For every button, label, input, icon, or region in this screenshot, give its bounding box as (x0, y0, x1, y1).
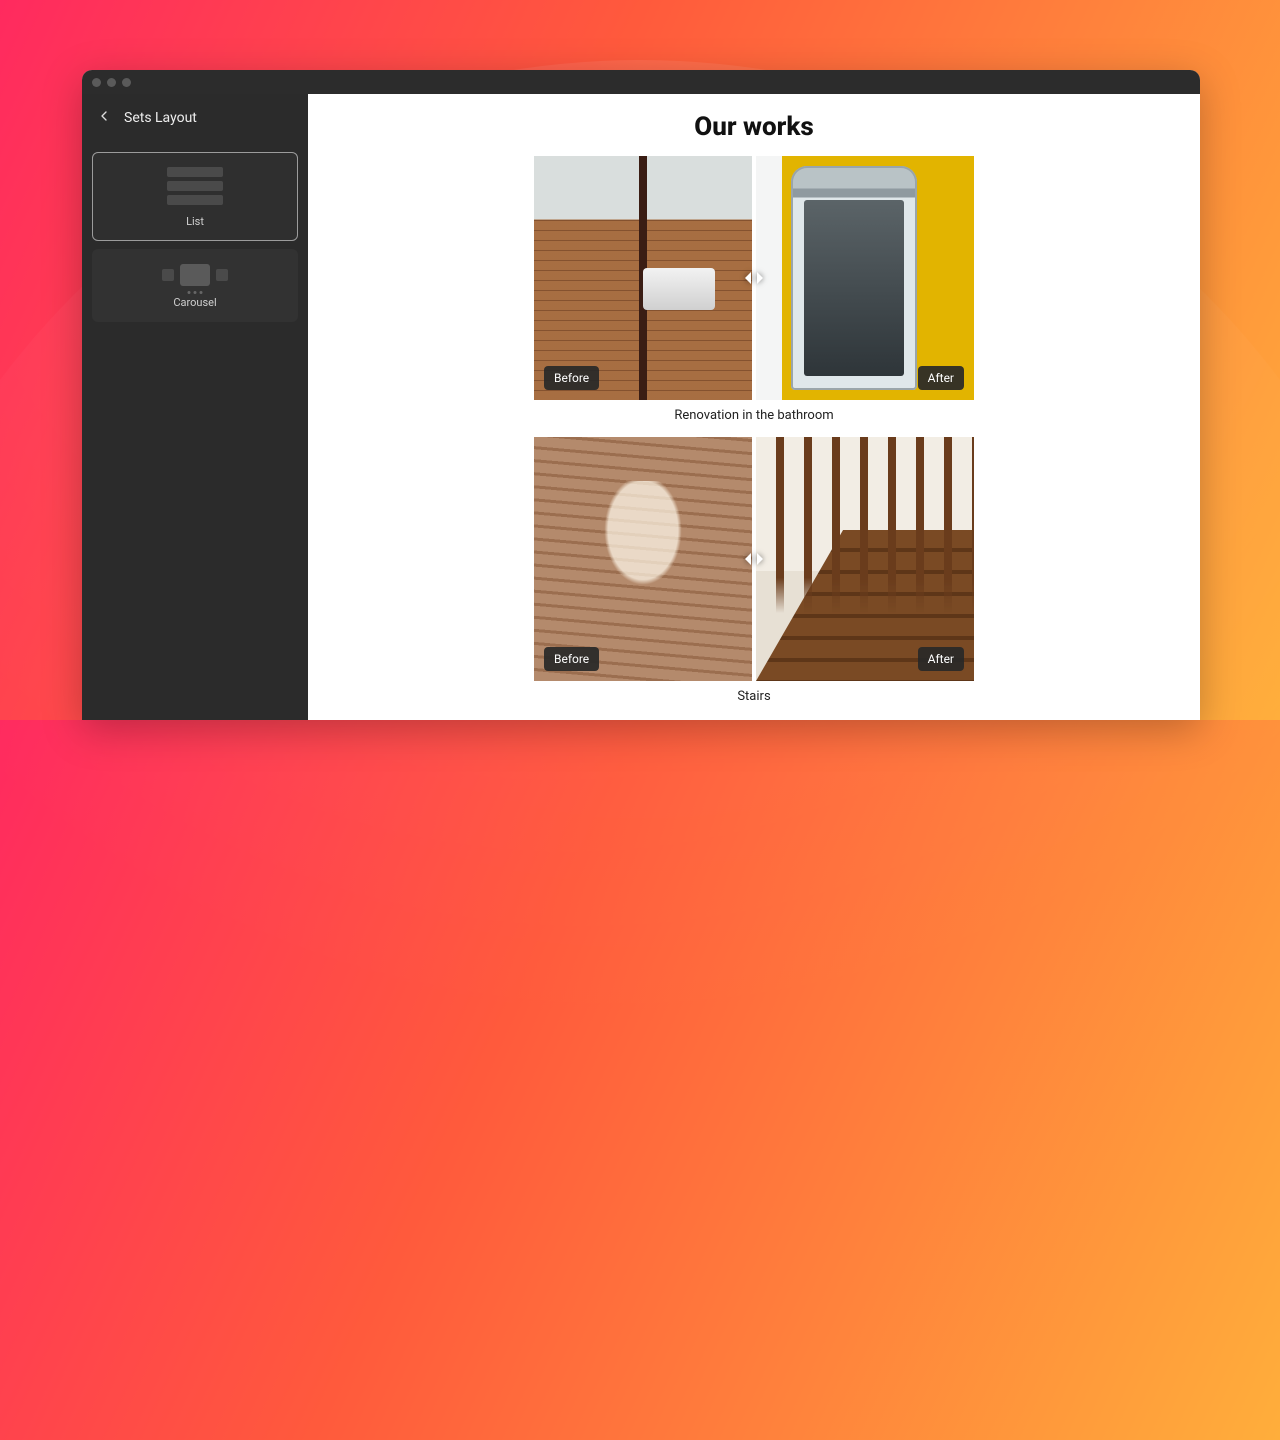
sidebar: Sets Layout List Carousel (82, 94, 308, 720)
before-after-pair: Before After (534, 437, 974, 681)
layout-option-label: Carousel (173, 296, 216, 309)
layout-options: List Carousel (82, 142, 308, 332)
after-image: After (756, 437, 974, 681)
page-title: Our works (694, 112, 813, 142)
back-arrow-icon[interactable] (96, 108, 112, 128)
work-item: Before After Renovation in the bathroom (534, 156, 974, 423)
compare-slider-handle[interactable] (743, 271, 765, 285)
preview-content: Our works Before After (308, 94, 1200, 718)
app-window: Sets Layout List Carousel (82, 70, 1200, 720)
list-thumbnail-icon (167, 167, 223, 205)
window-control-minimize[interactable] (107, 78, 116, 87)
compare-slider-handle[interactable] (743, 552, 765, 566)
after-image: After (756, 156, 974, 400)
work-item: Before After Stairs (534, 437, 974, 704)
preview-pane[interactable]: Our works Before After (308, 94, 1200, 720)
carousel-thumbnail-icon (162, 264, 228, 286)
before-image: Before (534, 156, 752, 400)
before-image: Before (534, 437, 752, 681)
window-control-zoom[interactable] (122, 78, 131, 87)
layout-option-list[interactable]: List (92, 152, 298, 241)
work-caption: Renovation in the bathroom (534, 408, 974, 423)
layout-option-label: List (186, 215, 204, 228)
work-caption: Stairs (534, 689, 974, 704)
before-badge: Before (544, 647, 599, 671)
window-control-close[interactable] (92, 78, 101, 87)
after-badge: After (918, 366, 964, 390)
app-body: Sets Layout List Carousel (82, 94, 1200, 720)
after-badge: After (918, 647, 964, 671)
sidebar-title: Sets Layout (124, 110, 197, 126)
sidebar-header: Sets Layout (82, 94, 308, 142)
before-after-pair: Before After (534, 156, 974, 400)
layout-option-carousel[interactable]: Carousel (92, 249, 298, 322)
before-badge: Before (544, 366, 599, 390)
window-titlebar (82, 70, 1200, 94)
